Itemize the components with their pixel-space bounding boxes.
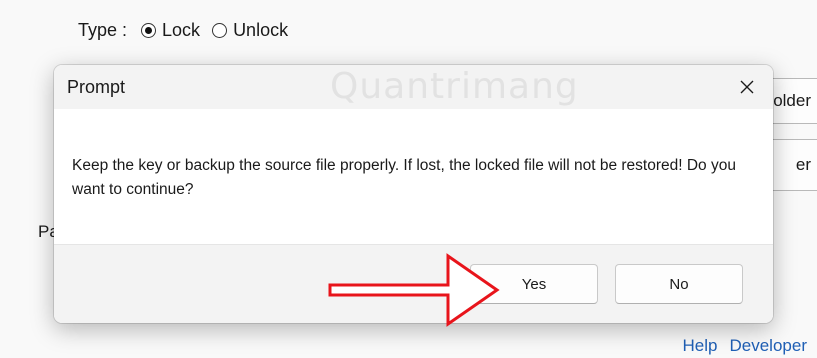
dialog-message: Keep the key or backup the source file p… (72, 157, 736, 198)
dialog-title-bar: Prompt (54, 65, 773, 109)
unlock-option-label[interactable]: Unlock (233, 20, 288, 41)
type-selector: Type : Lock Unlock (78, 20, 296, 41)
type-label: Type : (78, 20, 128, 40)
unlock-radio[interactable] (212, 23, 228, 38)
lock-option-label[interactable]: Lock (162, 20, 200, 41)
yes-button[interactable]: Yes (470, 264, 598, 304)
dialog-title: Prompt (67, 77, 126, 97)
dialog-content: Keep the key or backup the source file p… (54, 109, 773, 244)
close-button[interactable] (731, 71, 763, 103)
prompt-dialog: Prompt Keep the key or backup the source… (54, 65, 773, 323)
footer-links: Help Developer (683, 336, 807, 356)
developer-link[interactable]: Developer (730, 336, 808, 356)
no-button[interactable]: No (615, 264, 743, 304)
help-link[interactable]: Help (683, 336, 718, 356)
close-icon (740, 80, 754, 94)
dialog-footer: Yes No (54, 244, 773, 323)
lock-radio[interactable] (141, 23, 157, 38)
